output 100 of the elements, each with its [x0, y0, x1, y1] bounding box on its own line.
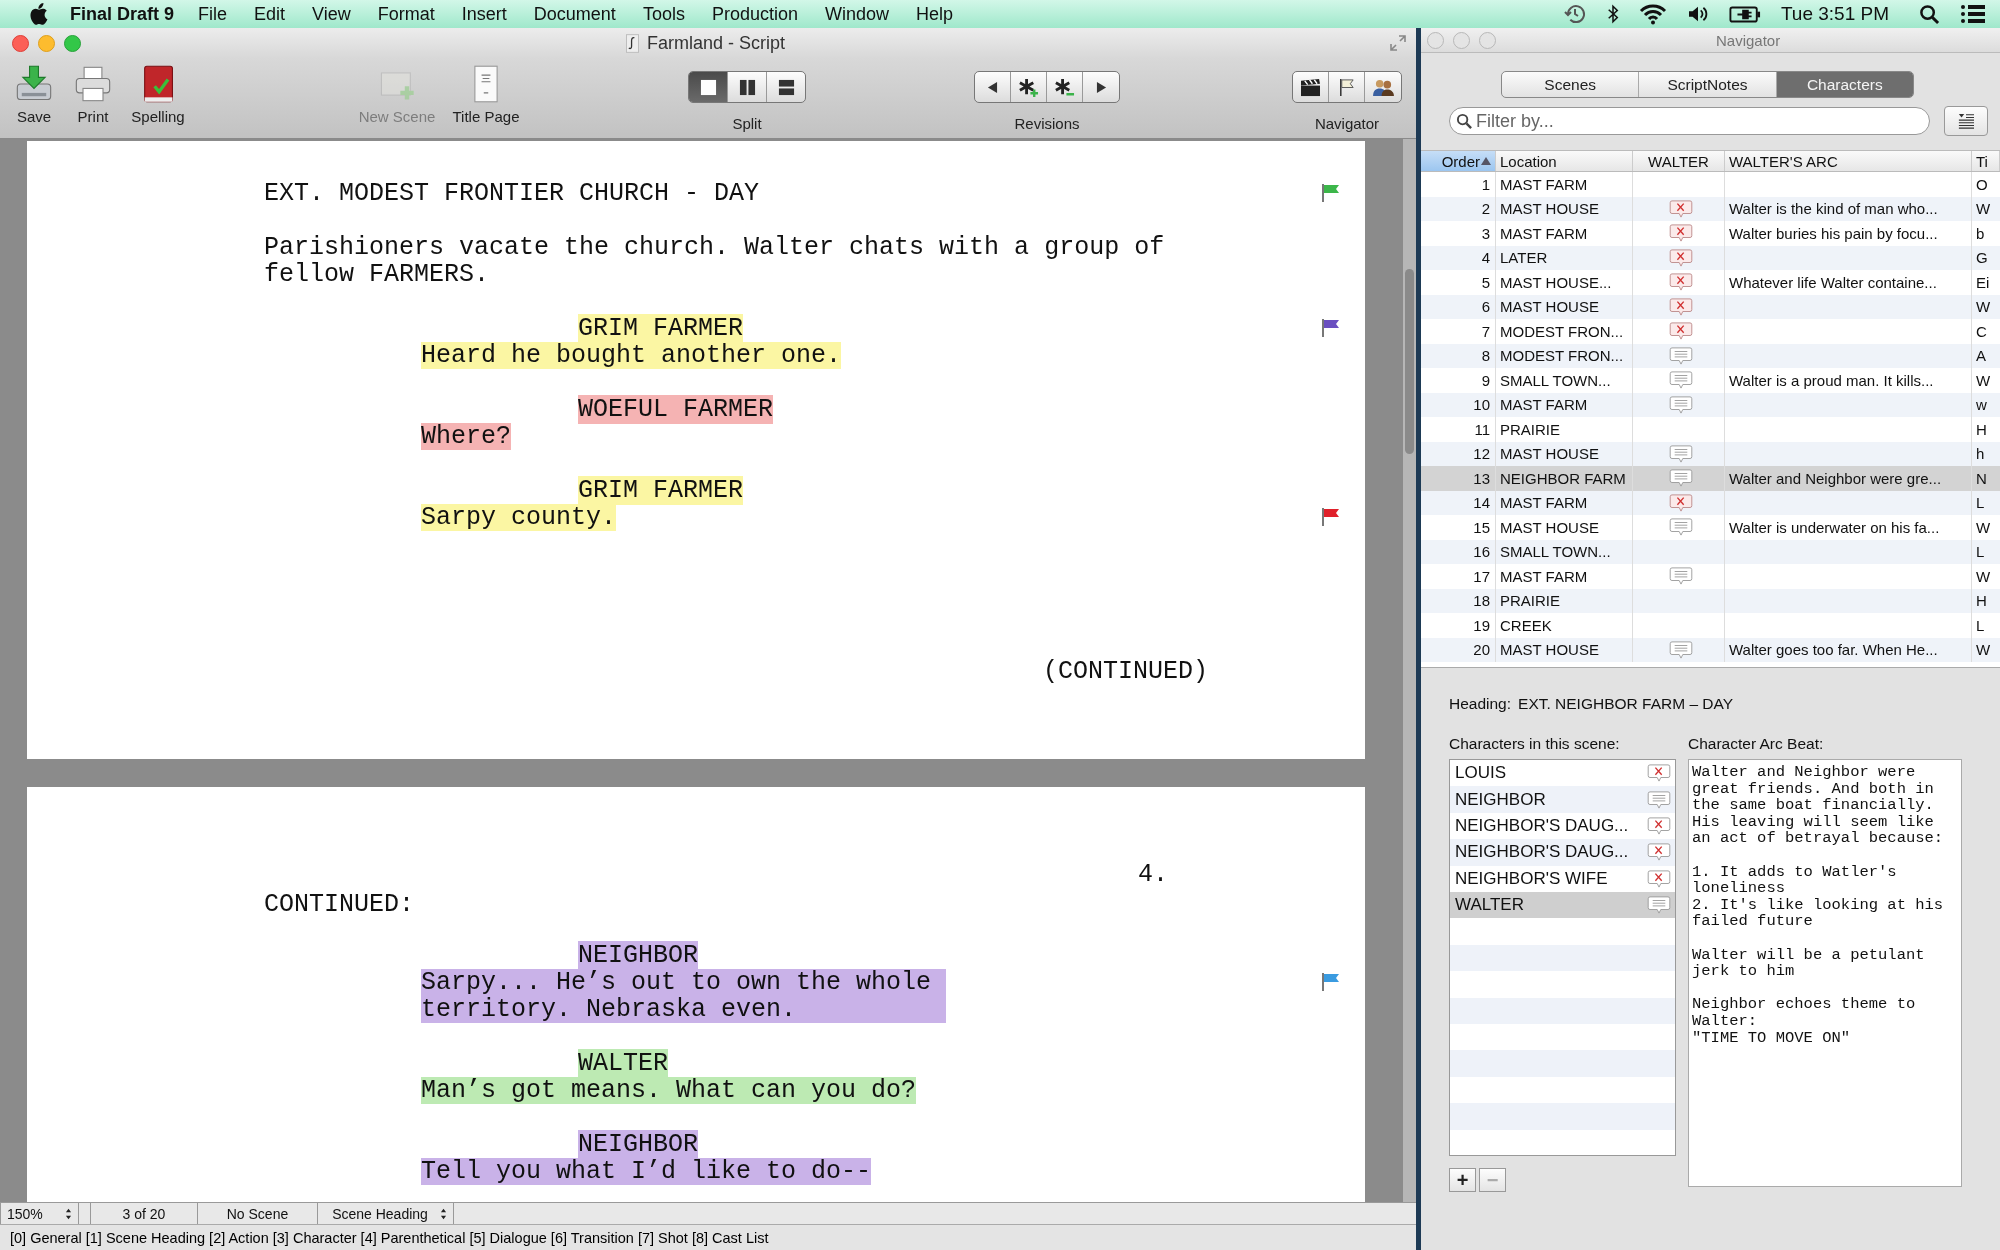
table-cell-text: N [1975, 468, 1988, 489]
character-row[interactable]: WALTER [1450, 891, 1675, 919]
arc-beat-field[interactable]: Walter and Neighbor were great friends. And both in the same boat financially. His leaving will seem like an act of betrayal because: 1. It adds to Watler's loneliness 2. It's like looking at his failed future Walter will be a petulant jerk to him Neighbor echoes theme to Walter: "TIME TO MOVE ON" [1688, 759, 1962, 1187]
script-heading: EXT. MODEST FRONTIER CHURCH - DAY [264, 179, 760, 208]
tab[interactable]: ScriptNotes [1639, 72, 1777, 97]
table-cell: LATER [1496, 245, 1633, 270]
table-cell: SMALL TOWN... [1496, 368, 1633, 393]
toolbar-button[interactable]: Spelling [131, 64, 185, 125]
column-header[interactable]: Ti [1972, 151, 2000, 171]
table-cell-text: O [1975, 174, 1989, 195]
battery-icon[interactable] [1728, 4, 1761, 24]
scene-heading: EXT. NEIGHBOR FARM – DAY [1518, 695, 1734, 713]
table-row[interactable]: 17 MAST FARM W [1421, 564, 2000, 589]
menu-item[interactable]: Insert [461, 3, 507, 25]
menu-item[interactable]: Window [824, 3, 889, 25]
characters-label: Characters in this scene: [1449, 735, 1621, 753]
table-row[interactable]: 14 MAST FARM L [1421, 490, 2000, 515]
add-button[interactable]: + [1449, 1168, 1476, 1192]
toolbar-button[interactable]: Save [14, 64, 54, 125]
column-header[interactable]: Order [1421, 151, 1496, 171]
script-dialogue: Where? [421, 423, 511, 450]
table-row[interactable]: 8 MODEST FRON... A [1421, 343, 2000, 368]
flag-icon [1321, 183, 1341, 203]
bluetooth-icon[interactable] [1606, 3, 1619, 25]
menu-item[interactable]: Tools [642, 3, 685, 25]
speaker-icon[interactable] [1686, 5, 1709, 23]
character-row[interactable]: NEIGHBOR'S DAUG... [1450, 812, 1675, 840]
list-icon[interactable] [1960, 4, 1986, 24]
table-row[interactable]: 4 LATER G [1421, 245, 2000, 270]
toolbar-button[interactable]: Print [73, 64, 113, 125]
table-cell: MAST HOUSE [1496, 515, 1633, 540]
wifi-icon[interactable] [1638, 3, 1667, 25]
zoom-button[interactable] [64, 34, 81, 52]
search-icon[interactable] [1919, 3, 1940, 25]
table-row[interactable]: 20 MAST HOUSE Walter goes too far. When He... W [1421, 637, 2000, 662]
table-row[interactable]: 10 MAST FARM w [1421, 392, 2000, 417]
menu-item[interactable]: View [312, 3, 351, 25]
table-row[interactable]: 19 CREEK L [1421, 613, 2000, 638]
table-cell: Walter is a proud man. It kills... [1729, 371, 1934, 389]
table-cell: PRAIRIE [1496, 417, 1633, 442]
table-row[interactable]: 7 MODEST FRON... C [1421, 319, 2000, 344]
apple-icon[interactable] [28, 2, 48, 26]
table-row[interactable]: 2 MAST HOUSE Walter is the kind of man who... W [1421, 196, 2000, 221]
table-row[interactable]: 11 PRAIRIE H [1421, 417, 2000, 442]
table-cell: MAST FARM [1496, 221, 1633, 246]
table-row[interactable]: 18 PRAIRIE H [1421, 588, 2000, 613]
menu-item[interactable]: Document [533, 3, 616, 25]
filter-field[interactable]: Filter by... [1449, 107, 1930, 135]
tab[interactable]: Characters [1776, 72, 1913, 97]
table-cell: PRAIRIE [1496, 588, 1633, 613]
menu-item[interactable]: Edit [254, 3, 286, 25]
options-button[interactable] [1944, 106, 1988, 136]
table-cell: 1 [1421, 172, 1496, 197]
sort-arrow-icon [1481, 157, 1491, 165]
column-header[interactable]: Location [1496, 151, 1633, 171]
app-menu[interactable]: Final Draft 9 [70, 3, 175, 25]
window-title: Farmland - Script [646, 32, 785, 54]
menu-item[interactable]: Help [916, 3, 954, 25]
toolbar-group-label: Revisions [1014, 115, 1080, 132]
column-header[interactable]: WALTER [1633, 151, 1725, 171]
script-character: WOEFUL FARMER [578, 395, 774, 424]
table-row[interactable]: 5 MAST HOUSE... Whatever life Walter containe... Ei [1421, 270, 2000, 295]
table-row[interactable]: 12 MAST HOUSE h [1421, 441, 2000, 466]
menu-item[interactable]: File [198, 3, 228, 25]
segment-button[interactable] [689, 72, 728, 102]
table-row[interactable]: 3 MAST FARM Walter buries his pain by focu... b [1421, 221, 2000, 246]
tab[interactable]: Scenes [1502, 72, 1640, 97]
script-character: WALTER [578, 1049, 668, 1078]
table-row[interactable]: 6 MAST HOUSE W [1421, 294, 2000, 319]
column-header[interactable]: WALTER'S ARC [1725, 151, 1972, 171]
flag-icon [1321, 972, 1341, 992]
script-dialogue: Heard he bought another one. [421, 342, 842, 369]
table-cell: 4 [1421, 245, 1496, 270]
character-row[interactable]: NEIGHBOR'S WIFE [1450, 865, 1675, 892]
toolbar-button[interactable]: Title Page [452, 64, 520, 125]
search-icon [1456, 113, 1473, 130]
history-clock-icon[interactable] [1562, 2, 1587, 26]
table-cell: MAST FARM [1496, 490, 1633, 515]
script-character: NEIGHBOR [578, 941, 699, 970]
asterisk-minus-icon [1054, 76, 1075, 98]
close-button[interactable] [12, 34, 29, 52]
updown-arrows-icon [65, 1207, 72, 1220]
character-row[interactable]: LOUIS [1450, 760, 1675, 787]
table-cell: MAST FARM [1496, 564, 1633, 589]
asterisk-plus-icon [1018, 76, 1039, 98]
table-cell: SMALL TOWN... [1496, 539, 1633, 564]
menu-item[interactable]: Format [377, 3, 435, 25]
fullscreen-icon[interactable] [1390, 35, 1406, 51]
table-row[interactable]: 15 MAST HOUSE Walter is underwater on his fa... W [1421, 515, 2000, 540]
table-row[interactable]: 9 SMALL TOWN... Walter is a proud man. It kills... W [1421, 368, 2000, 393]
menu-item[interactable]: Production [711, 3, 798, 25]
table-row[interactable]: 16 SMALL TOWN... L [1421, 539, 2000, 564]
table-row[interactable]: 13 NEIGHBOR FARM Walter and Neighbor were gre... N [1421, 466, 2000, 491]
script-page-number: 4. [1138, 860, 1168, 889]
heading-label: Heading: [1449, 695, 1512, 713]
table-cell: MAST FARM [1496, 392, 1633, 417]
table-row[interactable]: 1 MAST FARM O [1421, 172, 2000, 197]
table-cell: 16 [1421, 539, 1496, 564]
clock[interactable]: Tue 3:51 PM [1780, 3, 1889, 25]
scrollbar-thumb[interactable] [1405, 269, 1414, 454]
